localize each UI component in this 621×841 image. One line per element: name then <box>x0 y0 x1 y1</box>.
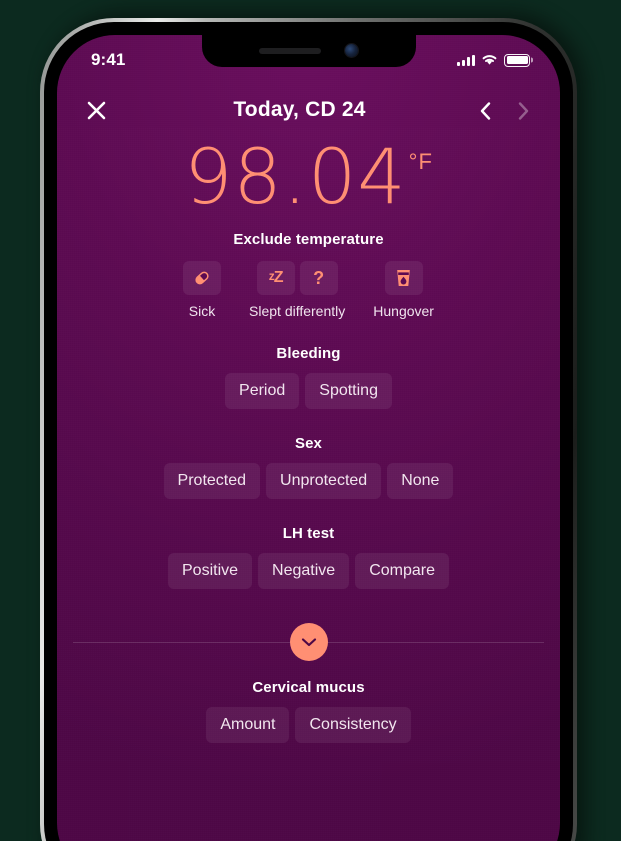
option-none[interactable]: None <box>387 463 454 499</box>
phone-bezel: 9:41 Today, CD 24 98.04 °F Exclude tempe… <box>44 22 573 841</box>
front-camera-icon <box>345 44 358 57</box>
section-title-lh-test: LH test <box>282 525 335 542</box>
option-positive[interactable]: Positive <box>168 553 253 589</box>
exclude-temperature-title: Exclude temperature <box>233 231 384 248</box>
exclude-temperature-section: Exclude temperature Sick zZ ? Slept diff… <box>73 231 544 319</box>
status-bar-clock: 9:41 <box>91 50 126 69</box>
temperature-display: 98.04 °F <box>57 139 560 215</box>
section-cervical-mucus: Cervical mucus Amount Consistency <box>73 679 544 743</box>
temperature-unit: °F <box>408 149 433 174</box>
phone-frame: 9:41 Today, CD 24 98.04 °F Exclude tempe… <box>40 18 577 841</box>
exclude-tiles <box>183 261 222 295</box>
option-amount[interactable]: Amount <box>206 707 290 743</box>
app-header: Today, CD 24 <box>57 87 560 133</box>
option-consistency[interactable]: Consistency <box>295 707 411 743</box>
options-lh-test: Positive Negative Compare <box>73 553 544 589</box>
sleep-zzz-icon[interactable]: zZ <box>256 261 295 295</box>
drink-cup-icon[interactable] <box>384 261 423 295</box>
section-title-sex: Sex <box>295 435 322 452</box>
option-protected[interactable]: Protected <box>163 463 261 499</box>
option-compare[interactable]: Compare <box>355 553 449 589</box>
option-negative[interactable]: Negative <box>258 553 350 589</box>
chevron-right-icon[interactable] <box>518 102 534 120</box>
battery-full-icon <box>504 53 530 67</box>
screenshot-stage: 9:41 Today, CD 24 98.04 °F Exclude tempe… <box>0 0 621 841</box>
option-spotting[interactable]: Spotting <box>305 373 392 409</box>
expand-divider <box>73 621 544 663</box>
close-icon[interactable] <box>79 93 113 127</box>
pill-capsule-icon[interactable] <box>183 261 222 295</box>
exclude-temperature-options: Sick zZ ? Slept differently Hungover <box>73 261 544 319</box>
exclude-tiles <box>384 261 423 295</box>
wifi-icon <box>482 55 497 65</box>
exclude-label-hungover: Hungover <box>373 303 434 319</box>
cellular-signal-icon <box>457 54 475 66</box>
exclude-label-slept-differently: Slept differently <box>249 303 346 319</box>
section-sex: Sex Protected Unprotected None <box>73 435 544 499</box>
question-mark-icon[interactable]: ? <box>299 261 338 295</box>
exclude-option-hungover: Hungover <box>373 261 434 319</box>
phone-screen: 9:41 Today, CD 24 98.04 °F Exclude tempe… <box>57 35 560 841</box>
phone-notch <box>201 35 416 67</box>
status-bar-indicators <box>457 53 530 67</box>
option-unprotected[interactable]: Unprotected <box>266 463 382 499</box>
main-content: Exclude temperature Sick zZ ? Slept diff… <box>57 231 560 841</box>
chevron-left-icon[interactable] <box>480 102 496 120</box>
exclude-option-slept-differently: zZ ? Slept differently <box>249 261 345 319</box>
exclude-label-sick: Sick <box>188 303 216 319</box>
section-bleeding: Bleeding Period Spotting <box>73 345 544 409</box>
temperature-value: 98.04 <box>184 132 407 221</box>
exclude-option-sick: Sick <box>183 261 222 319</box>
section-title-bleeding: Bleeding <box>276 345 341 362</box>
section-title-cervical-mucus: Cervical mucus <box>252 679 365 696</box>
date-nav-arrows <box>480 102 534 120</box>
options-bleeding: Period Spotting <box>73 373 544 409</box>
options-sex: Protected Unprotected None <box>73 463 544 499</box>
section-lh-test: LH test Positive Negative Compare <box>73 525 544 589</box>
options-cervical-mucus: Amount Consistency <box>73 707 544 743</box>
option-period[interactable]: Period <box>225 373 300 409</box>
exclude-tiles: zZ ? <box>256 261 338 295</box>
earpiece-speaker-icon <box>259 47 321 54</box>
page-title: Today, CD 24 <box>233 98 366 121</box>
chevron-down-icon[interactable] <box>289 623 328 661</box>
